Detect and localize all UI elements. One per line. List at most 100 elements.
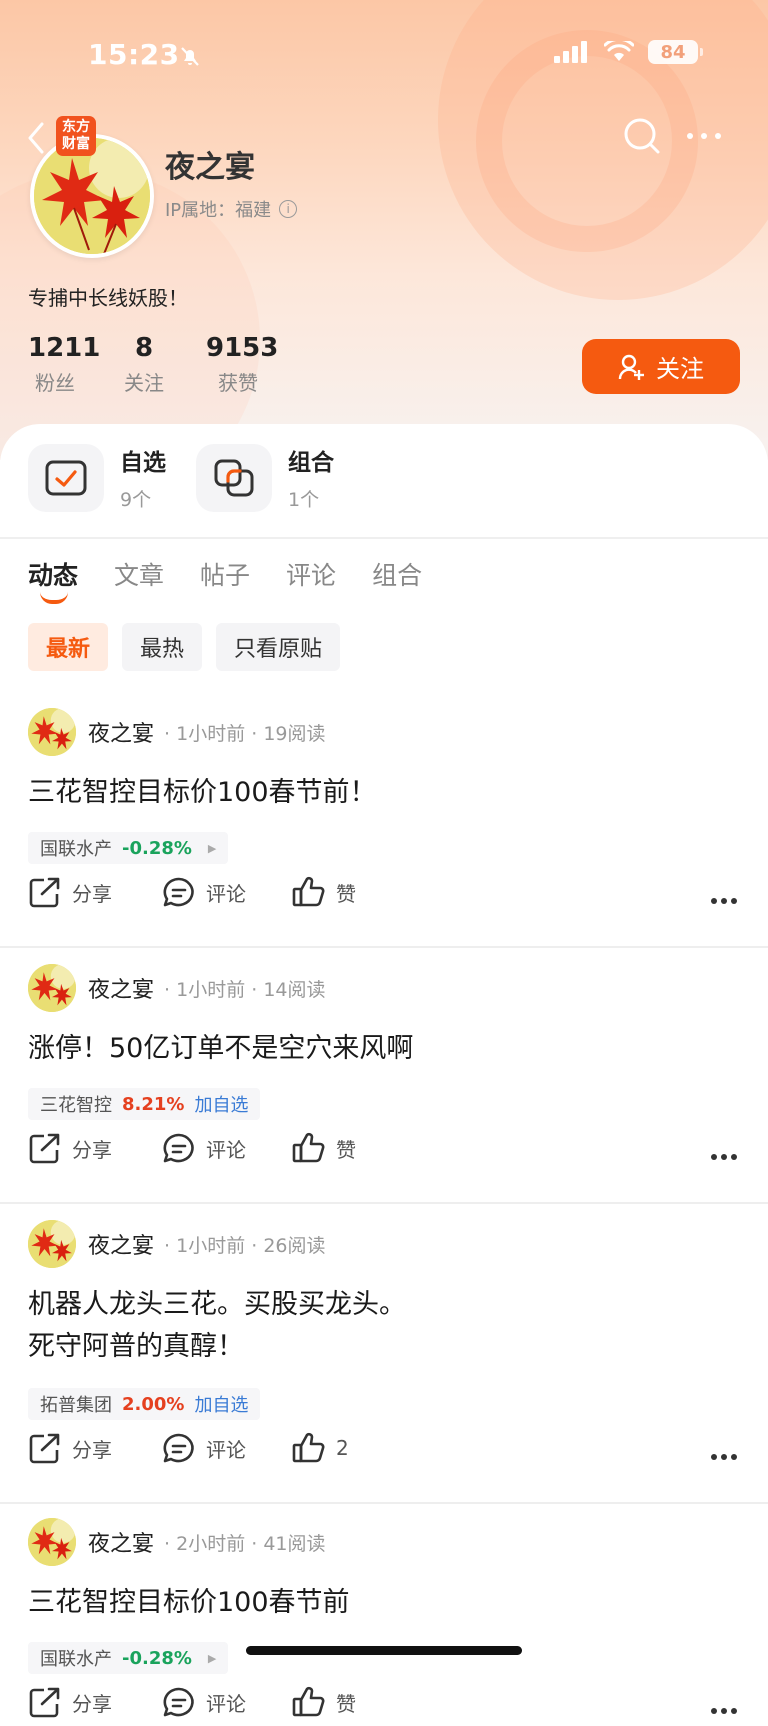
post-text-line: 机器人龙头三花。买股买龙头。 <box>28 1289 406 1320</box>
status-indicators: 84 <box>554 40 703 64</box>
share-button[interactable]: 分享 <box>28 1132 112 1164</box>
post-header: 夜之宴 · 2小时前 · 41阅读 <box>28 1518 326 1566</box>
share-button[interactable]: 分享 <box>28 1686 112 1718</box>
post-author-name[interactable]: 夜之宴 <box>88 716 154 748</box>
tab-comments[interactable]: 评论 <box>286 556 336 592</box>
brand-badge-logo: 东方 财富 <box>56 116 96 156</box>
post-author-name[interactable]: 夜之宴 <box>88 1228 154 1260</box>
post-more-icon[interactable] <box>710 890 738 909</box>
post-author-avatar[interactable] <box>28 964 76 1012</box>
post-author-avatar[interactable] <box>28 1518 76 1566</box>
post-header: 夜之宴 · 1小时前 · 26阅读 <box>28 1220 326 1268</box>
cellular-signal-icon <box>554 41 587 63</box>
status-time: 15:23 <box>88 38 180 71</box>
thumbs-up-icon <box>292 1432 326 1464</box>
like-button[interactable]: 赞 <box>292 1686 356 1718</box>
add-to-watchlist-link[interactable]: 加自选 <box>194 1391 248 1417</box>
checklist-icon <box>28 443 104 512</box>
post-body[interactable]: 三花智控目标价100春节前！ <box>28 772 377 814</box>
quick-link-portfolio[interactable]: 组合 1个 <box>196 443 334 512</box>
like-button[interactable]: 2 <box>292 1432 349 1464</box>
post-header: 夜之宴 · 1小时前 · 14阅读 <box>28 964 326 1012</box>
wifi-icon <box>604 41 634 61</box>
comment-button[interactable]: 评论 <box>162 1432 246 1464</box>
post-header: 夜之宴 · 1小时前 · 19阅读 <box>28 708 326 756</box>
comment-icon <box>162 1432 196 1464</box>
post-more-icon[interactable] <box>710 1446 738 1465</box>
stock-change: 8.21% <box>122 1093 185 1115</box>
post-text-line: 三花智控目标价100春节前 <box>28 1587 350 1618</box>
post-actions: 分享 评论 2 <box>28 1432 738 1472</box>
post-body[interactable]: 涨停！50亿订单不是空穴来风啊 <box>28 1028 413 1070</box>
post-separator <box>0 1502 768 1504</box>
stock-tag[interactable]: 国联水产 -0.28% ▶ <box>28 1642 229 1674</box>
quick-link-watchlist[interactable]: 自选 9个 <box>28 443 166 512</box>
stock-tag[interactable]: 国联水产 -0.28% ▶ <box>28 832 229 864</box>
post-meta: · 2小时前 · 41阅读 <box>164 1532 326 1555</box>
post-separator <box>0 1202 768 1204</box>
post-text-line: 涨停！50亿订单不是空穴来风啊 <box>28 1033 414 1064</box>
post-more-icon[interactable] <box>710 1146 738 1165</box>
comment-icon <box>162 1686 196 1718</box>
post-body[interactable]: 三花智控目标价100春节前 <box>28 1582 350 1624</box>
post-author-name[interactable]: 夜之宴 <box>88 1526 154 1558</box>
battery-indicator: 84 <box>648 40 703 64</box>
stock-tag[interactable]: 三花智控 8.21% 加自选 <box>28 1088 261 1120</box>
tab-portfolios[interactable]: 组合 <box>372 556 422 592</box>
profile-bio: 专捕中长线妖股！ <box>28 286 188 310</box>
tab-dynamics[interactable]: 动态 <box>28 556 78 604</box>
share-icon <box>28 876 62 908</box>
filter-latest[interactable]: 最新 <box>28 623 109 671</box>
like-button[interactable]: 赞 <box>292 1132 356 1164</box>
comment-button[interactable]: 评论 <box>162 876 246 908</box>
post-author-name[interactable]: 夜之宴 <box>88 972 154 1004</box>
more-options-icon[interactable] <box>684 126 724 146</box>
filter-hot[interactable]: 最热 <box>122 623 203 671</box>
filter-original-only[interactable]: 只看原贴 <box>216 623 341 671</box>
comment-button[interactable]: 评论 <box>162 1686 246 1718</box>
share-icon <box>28 1432 62 1464</box>
info-icon[interactable]: i <box>279 200 298 218</box>
stock-name: 国联水产 <box>40 1649 112 1670</box>
maple-leaf-avatar-image <box>34 138 150 254</box>
add-user-icon <box>618 354 644 380</box>
stock-change: -0.28% <box>122 1647 192 1669</box>
stat-likes: 9153 获赞 <box>206 333 279 395</box>
post-author-avatar[interactable] <box>28 1220 76 1268</box>
tab-articles[interactable]: 文章 <box>114 556 164 592</box>
tab-posts[interactable]: 帖子 <box>200 556 250 592</box>
thumbs-up-icon <box>292 1686 326 1718</box>
stat-followers[interactable]: 1211 粉丝 <box>28 333 100 396</box>
comment-icon <box>162 1132 196 1164</box>
stock-name: 拓普集团 <box>40 1395 112 1416</box>
search-icon[interactable] <box>622 116 662 156</box>
post-actions: 分享 评论 赞 <box>28 1686 738 1726</box>
home-indicator <box>246 1646 522 1655</box>
comment-icon <box>162 876 196 908</box>
post-actions: 分享 评论 赞 <box>28 876 738 916</box>
like-button[interactable]: 赞 <box>292 876 356 908</box>
stock-change: 2.00% <box>122 1393 185 1415</box>
stock-tag[interactable]: 拓普集团 2.00% 加自选 <box>28 1388 261 1420</box>
portfolio-icon <box>196 443 272 512</box>
share-button[interactable]: 分享 <box>28 1432 112 1464</box>
post-more-icon[interactable] <box>710 1700 738 1719</box>
stat-following[interactable]: 8 关注 <box>118 333 170 396</box>
share-icon <box>28 1686 62 1718</box>
share-button[interactable]: 分享 <box>28 876 112 908</box>
post-author-avatar[interactable] <box>28 708 76 756</box>
section-divider <box>0 537 768 539</box>
add-to-watchlist-link[interactable]: 加自选 <box>194 1091 248 1117</box>
comment-button[interactable]: 评论 <box>162 1132 246 1164</box>
post-actions: 分享 评论 赞 <box>28 1132 738 1172</box>
thumbs-up-icon <box>292 1132 326 1164</box>
post-text-line: 死守阿普的真醇！ <box>28 1331 244 1362</box>
stock-name: 国联水产 <box>40 839 112 860</box>
follow-button[interactable]: 关注 <box>582 339 740 394</box>
post-separator <box>0 946 768 948</box>
post-body[interactable]: 机器人龙头三花。买股买龙头。 死守阿普的真醇！ <box>28 1284 406 1368</box>
stock-name: 三花智控 <box>40 1095 112 1116</box>
feed-filters: 最新 最热 只看原贴 <box>28 623 341 671</box>
profile-name: 夜之宴 <box>165 150 255 185</box>
play-arrow-icon: ▶ <box>207 841 217 855</box>
